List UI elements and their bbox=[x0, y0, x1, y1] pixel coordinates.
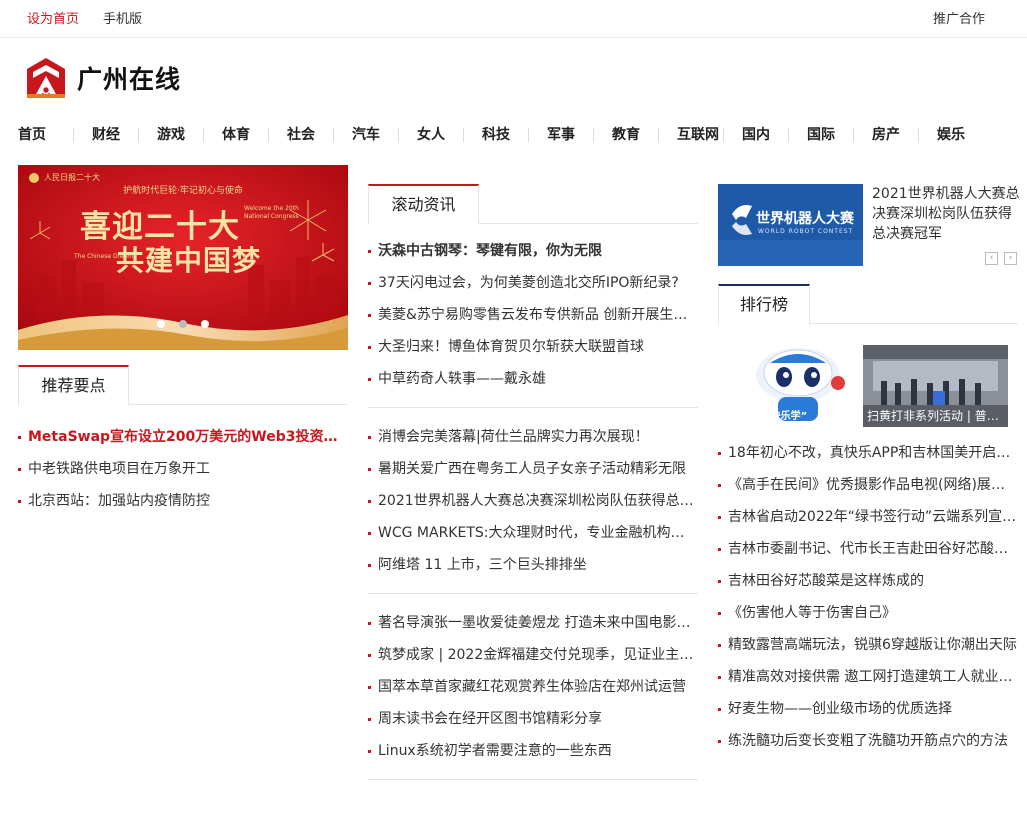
feature-image-title: 世界机器人大赛 bbox=[756, 211, 854, 227]
list-item[interactable]: WCG MARKETS:大众理财时代，专业金融机构对比选择 bbox=[368, 517, 698, 549]
list-item[interactable]: 吉林市委副书记、代市长王吉赴田谷好芯酸菜调研 bbox=[718, 533, 1018, 565]
nav-item-international[interactable]: 国际 bbox=[807, 124, 835, 144]
logo-text: 广州在线 bbox=[77, 65, 182, 94]
banner-carousel[interactable]: 人民日报二十大 护航时代巨轮·牢记初心与使命 喜迎二十大 共建中国梦 Welco… bbox=[18, 165, 348, 350]
rolling-news-tab[interactable]: 滚动资讯 bbox=[368, 184, 479, 225]
nav-separator bbox=[203, 128, 204, 142]
ranking-thumb-1-caption: “快乐学” bbox=[764, 411, 808, 422]
promotion-link[interactable]: 推广合作 bbox=[933, 8, 985, 27]
list-item[interactable]: 沃森中古钢琴：琴键有限，你为无限 bbox=[368, 235, 698, 267]
list-item[interactable]: 吉林田谷好芯酸菜是这样炼成的 bbox=[718, 565, 1018, 597]
set-homepage-link[interactable]: 设为首页 bbox=[27, 8, 79, 27]
nav-item-home[interactable]: 首页 bbox=[18, 124, 46, 144]
list-item[interactable]: 好麦生物——创业级市场的优质选择 bbox=[718, 693, 1018, 725]
site-logo[interactable]: 广州在线 bbox=[25, 55, 181, 101]
rolling-news-group-2: 消博会完美落幕|荷仕兰品牌实力再次展现！ 暑期关爱广西在粤务工人员子女亲子活动精… bbox=[368, 421, 698, 581]
rolling-news-group-1: 沃森中古钢琴：琴键有限，你为无限 37天闪电过会，为何美菱创造北交所IPO新纪录… bbox=[368, 235, 698, 395]
recommend-tab[interactable]: 推荐要点 bbox=[18, 365, 129, 406]
list-item[interactable]: 中老铁路供电项目在万象开工 bbox=[18, 453, 348, 485]
nav-item-internet[interactable]: 互联网 bbox=[677, 124, 719, 144]
nav-item-auto[interactable]: 汽车 bbox=[352, 124, 380, 144]
ranking-thumb-2-caption: 扫黄打非系列活动 | 普法宣传 bbox=[863, 405, 1008, 427]
list-item[interactable]: 著名导演张一墨收爱徒姜煜龙 打造未来中国电影新势力 bbox=[368, 607, 698, 639]
rolling-news-header: 滚动资讯 bbox=[368, 184, 698, 225]
feature-image-subtitle: WORLD ROBOT CONTEST bbox=[758, 228, 854, 235]
carousel-dot[interactable] bbox=[201, 320, 210, 328]
nav-item-realestate[interactable]: 房产 bbox=[872, 124, 900, 144]
nav-item-games[interactable]: 游戏 bbox=[157, 124, 185, 144]
nav-separator bbox=[268, 128, 269, 142]
prev-arrow-icon[interactable]: ‹ bbox=[985, 252, 998, 265]
list-item[interactable]: 阿维塔 11 上市，三个巨头排排坐 bbox=[368, 549, 698, 581]
list-item[interactable]: 暑期关爱广西在粤务工人员子女亲子活动精彩无限 bbox=[368, 453, 698, 485]
nav-separator bbox=[138, 128, 139, 142]
nav-separator bbox=[788, 128, 789, 142]
list-item[interactable]: 练洗髓功后变长变粗了洗髓功开筋点穴的方法 bbox=[718, 725, 1018, 757]
recommend-list: MetaSwap宣布设立200万美元的Web3投资基金 中老铁路供电项目在万象开… bbox=[18, 421, 348, 517]
list-item[interactable]: 《伤害他人等于伤害自己》 bbox=[718, 597, 1018, 629]
nav-separator bbox=[918, 128, 919, 142]
rolling-news-group-3: 著名导演张一墨收爱徒姜煜龙 打造未来中国电影新势力 筑梦成家 | 2022金辉福… bbox=[368, 607, 698, 767]
ranking-header: 排行榜 bbox=[718, 284, 1018, 325]
nav-separator bbox=[463, 128, 464, 142]
nav-separator bbox=[723, 128, 724, 142]
feature-caption[interactable]: 2021世界机器人大赛总决赛深圳松岗队伍获得总决赛冠军 bbox=[872, 184, 1022, 244]
recommend-header: 推荐要点 bbox=[18, 365, 348, 406]
list-item[interactable]: 18年初心不改，真快乐APP和吉林国美开启新征程 bbox=[718, 437, 1018, 469]
nav-separator bbox=[73, 128, 74, 142]
list-item[interactable]: 《高手在民间》优秀摄影作品电视(网络)展播活动启动 bbox=[718, 469, 1018, 501]
banner-headline-2: 共建中国梦 bbox=[116, 244, 262, 277]
list-item[interactable]: 2021世界机器人大赛总决赛深圳松岗队伍获得总决赛冠军 bbox=[368, 485, 698, 517]
banner-slogan: 护航时代巨轮·牢记初心与使命 bbox=[123, 186, 243, 196]
logo-icon bbox=[27, 58, 65, 98]
top-bar: 设为首页 手机版 推广合作 bbox=[0, 0, 1027, 38]
list-item[interactable]: 周末读书会在经开区图书馆精彩分享 bbox=[368, 703, 698, 735]
ranking-thumb-1[interactable]: “快乐学” bbox=[718, 345, 863, 427]
list-item[interactable]: MetaSwap宣布设立200万美元的Web3投资基金 bbox=[18, 421, 348, 453]
list-item[interactable]: 北京西站：加强站内疫情防控 bbox=[18, 485, 348, 517]
list-item[interactable]: 中草药奇人轶事——戴永雄 bbox=[368, 363, 698, 395]
ranking-list: 18年初心不改，真快乐APP和吉林国美开启新征程 《高手在民间》优秀摄影作品电视… bbox=[718, 437, 1018, 757]
nav-item-military[interactable]: 军事 bbox=[547, 124, 575, 144]
nav-separator bbox=[658, 128, 659, 142]
list-item[interactable]: 美菱&苏宁易购零售云发布专供新品 创新开展生态合作 bbox=[368, 299, 698, 331]
nav-separator bbox=[593, 128, 594, 142]
list-item[interactable]: 精准高效对接供需 遨工网打造建筑工人就业新模式 bbox=[718, 661, 1018, 693]
list-item[interactable]: 吉林省启动2022年“绿书签行动”云端系列宣传活动 bbox=[718, 501, 1018, 533]
list-item[interactable]: 大圣归来！博鱼体育贺贝尔斩获大联盟首球 bbox=[368, 331, 698, 363]
nav-separator bbox=[853, 128, 854, 142]
feature-image[interactable]: 世界机器人大赛 WORLD ROBOT CONTEST bbox=[718, 184, 863, 266]
nav-separator bbox=[398, 128, 399, 142]
banner-english-1: Welcome the 20th National Congress bbox=[244, 205, 299, 220]
nav-item-sports[interactable]: 体育 bbox=[222, 124, 250, 144]
ranking-thumb-2[interactable]: 扫黄打非系列活动 | 普法宣传 bbox=[863, 345, 1008, 427]
banner-badge: 人民日报二十大 bbox=[44, 173, 100, 182]
nav-item-education[interactable]: 教育 bbox=[612, 124, 640, 144]
list-item[interactable]: 精致露营高端玩法，锐骐6穿越版让你潮出天际 bbox=[718, 629, 1018, 661]
banner-english-2: The Chinese Dream bbox=[74, 253, 134, 260]
divider bbox=[368, 779, 698, 780]
list-item[interactable]: 国萃本草首家藏红花观赏养生体验店在郑州试运营 bbox=[368, 671, 698, 703]
ranking-tab[interactable]: 排行榜 bbox=[718, 284, 810, 325]
list-item[interactable]: 37天闪电过会，为何美菱创造北交所IPO新纪录? bbox=[368, 267, 698, 299]
nav-item-tech[interactable]: 科技 bbox=[482, 124, 510, 144]
next-arrow-icon[interactable]: › bbox=[1004, 252, 1017, 265]
list-item[interactable]: 筑梦成家 | 2022金辉福建交付兑现季，见证业主美好生活 bbox=[368, 639, 698, 671]
divider bbox=[368, 593, 698, 594]
nav-separator bbox=[528, 128, 529, 142]
list-item[interactable]: 消博会完美落幕|荷仕兰品牌实力再次展现！ bbox=[368, 421, 698, 453]
carousel-dots bbox=[18, 316, 348, 332]
nav-item-finance[interactable]: 财经 bbox=[92, 124, 120, 144]
mobile-version-link[interactable]: 手机版 bbox=[103, 8, 142, 27]
nav-item-domestic[interactable]: 国内 bbox=[742, 124, 770, 144]
main-nav: 首页 财经 游戏 体育 社会 汽车 女人 科技 军事 教育 互联网 国内 国际 … bbox=[0, 118, 1027, 150]
nav-item-women[interactable]: 女人 bbox=[417, 124, 445, 144]
divider bbox=[368, 407, 698, 408]
carousel-dot-active[interactable] bbox=[179, 320, 187, 328]
list-item[interactable]: Linux系统初学者需要注意的一些东西 bbox=[368, 735, 698, 767]
nav-item-society[interactable]: 社会 bbox=[287, 124, 315, 144]
carousel-dot[interactable] bbox=[156, 320, 165, 328]
nav-item-entertainment[interactable]: 娱乐 bbox=[937, 124, 965, 144]
nav-separator bbox=[333, 128, 334, 142]
